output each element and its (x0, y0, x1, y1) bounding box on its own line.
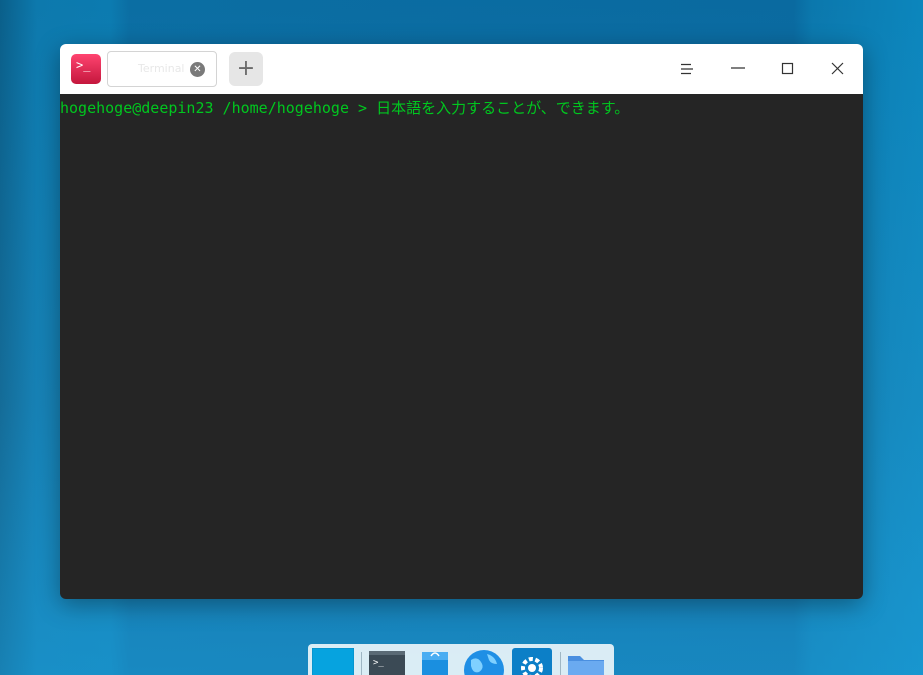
dock-show-desktop[interactable] (311, 647, 355, 675)
terminal-line: hogehoge@deepin23 /home/hogehoge > 日本語を入… (60, 99, 630, 117)
minimize-icon (731, 67, 745, 69)
dock-separator (560, 652, 561, 675)
tab-terminal[interactable]: Terminal ✕ (107, 51, 217, 87)
terminal-app-icon: >_ (71, 54, 101, 84)
tab-label: Terminal (138, 62, 185, 75)
browser-icon (464, 650, 504, 675)
dock-separator (361, 652, 362, 675)
menu-icon (681, 63, 693, 75)
titlebar: >_ Terminal ✕ + (60, 44, 863, 94)
terminal-icon: >_ (369, 651, 405, 675)
maximize-button[interactable] (773, 54, 803, 84)
app-store-icon (422, 652, 448, 675)
dock-terminal[interactable]: >_ (368, 648, 410, 675)
terminal-area[interactable]: hogehoge@deepin23 /home/hogehoge > 日本語を入… (60, 94, 863, 599)
dock-browser[interactable] (463, 648, 505, 675)
dock-settings[interactable] (511, 648, 553, 675)
dock: >_ (308, 644, 614, 675)
svg-text:>_: >_ (373, 658, 384, 668)
close-tab-icon[interactable]: ✕ (190, 62, 205, 77)
maximize-icon (781, 62, 794, 75)
new-tab-button[interactable]: + (229, 52, 263, 86)
dock-file-manager[interactable] (566, 648, 608, 675)
desktop: >_ Terminal ✕ + hogehoge@deepin23 /home/… (0, 0, 923, 675)
minimize-button[interactable] (723, 54, 753, 84)
menu-button[interactable] (672, 54, 702, 84)
folder-icon (568, 656, 604, 675)
settings-icon (512, 648, 552, 675)
terminal-window: >_ Terminal ✕ + hogehoge@deepin23 /home/… (60, 44, 863, 599)
dock-app-store[interactable] (416, 648, 458, 675)
close-icon (831, 62, 844, 75)
close-button[interactable] (823, 54, 853, 84)
show-desktop-icon (311, 647, 355, 675)
